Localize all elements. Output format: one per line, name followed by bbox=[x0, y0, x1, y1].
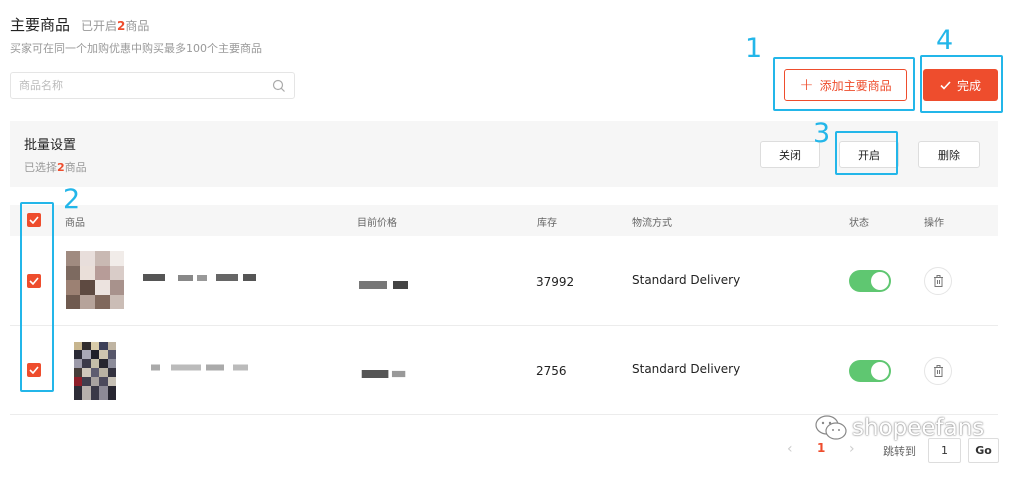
selected-suffix: 商品 bbox=[64, 161, 87, 174]
callout-box-3 bbox=[835, 131, 898, 175]
page-subtitle: 买家可在同一个加购优惠中购买最多100个主要商品 bbox=[10, 42, 262, 55]
header-product: 商品 bbox=[65, 218, 85, 229]
status-suffix: 商品 bbox=[125, 19, 150, 33]
delete-button[interactable]: 删除 bbox=[918, 141, 980, 168]
callout-box-4 bbox=[920, 55, 1003, 113]
bulk-settings-title: 批量设置 bbox=[24, 138, 77, 153]
enabled-status: 已开启2商品 bbox=[81, 17, 149, 34]
delete-row-button[interactable] bbox=[924, 267, 952, 295]
stock-value: 2756 bbox=[536, 364, 567, 378]
header-shipping: 物流方式 bbox=[632, 218, 672, 229]
stock-value: 37992 bbox=[536, 275, 575, 289]
header-actions: 操作 bbox=[924, 218, 944, 229]
product-image bbox=[66, 251, 124, 309]
product-image bbox=[74, 342, 116, 400]
search-icon[interactable] bbox=[272, 79, 286, 93]
selected-count: 已选择2商品 bbox=[24, 159, 87, 175]
callout-box-2 bbox=[20, 202, 54, 392]
callout-number-4: 4 bbox=[936, 25, 954, 56]
product-name-redacted bbox=[151, 364, 248, 371]
shipping-method: Standard Delivery bbox=[632, 362, 741, 376]
status-toggle[interactable] bbox=[849, 270, 891, 292]
search-input[interactable] bbox=[11, 73, 256, 98]
header-status: 状态 bbox=[849, 218, 869, 229]
delete-row-button[interactable] bbox=[924, 357, 952, 385]
price-redacted bbox=[361, 370, 406, 378]
table-header: 商品 目前价格 库存 物流方式 状态 操作 bbox=[10, 205, 998, 236]
row-divider bbox=[10, 325, 998, 326]
shipping-method: Standard Delivery bbox=[632, 273, 741, 287]
status-toggle[interactable] bbox=[849, 360, 891, 382]
callout-number-1: 1 bbox=[745, 33, 763, 64]
close-button[interactable]: 关闭 bbox=[760, 141, 820, 168]
current-page[interactable]: 1 bbox=[817, 441, 825, 455]
header-price: 目前价格 bbox=[357, 218, 397, 229]
page-title: 主要商品 bbox=[10, 16, 71, 34]
toggle-knob bbox=[871, 272, 889, 290]
header-stock: 库存 bbox=[537, 218, 557, 229]
price-redacted bbox=[359, 281, 408, 289]
callout-box-1 bbox=[773, 57, 915, 111]
watermark-text: shopeefans bbox=[852, 415, 985, 441]
callout-number-3: 3 bbox=[813, 118, 831, 149]
main-products-page: 主要商品 已开启2商品 买家可在同一个加购优惠中购买最多100个主要商品 + 添… bbox=[0, 0, 1024, 478]
status-prefix: 已开启 bbox=[81, 19, 118, 33]
watermark: shopeefans bbox=[814, 414, 984, 442]
callout-number-2: 2 bbox=[63, 184, 81, 215]
trash-icon bbox=[933, 275, 943, 287]
product-name-redacted bbox=[143, 274, 256, 281]
goto-label: 跳转到 bbox=[883, 445, 916, 458]
prev-page-icon[interactable]: ‹ bbox=[787, 441, 793, 457]
toggle-knob bbox=[871, 362, 889, 380]
trash-icon bbox=[933, 365, 943, 377]
next-page-icon[interactable]: › bbox=[849, 441, 855, 457]
selected-prefix: 已选择 bbox=[24, 161, 57, 174]
wechat-icon bbox=[815, 415, 847, 440]
selected-number: 2 bbox=[57, 161, 65, 174]
product-search bbox=[10, 72, 295, 99]
